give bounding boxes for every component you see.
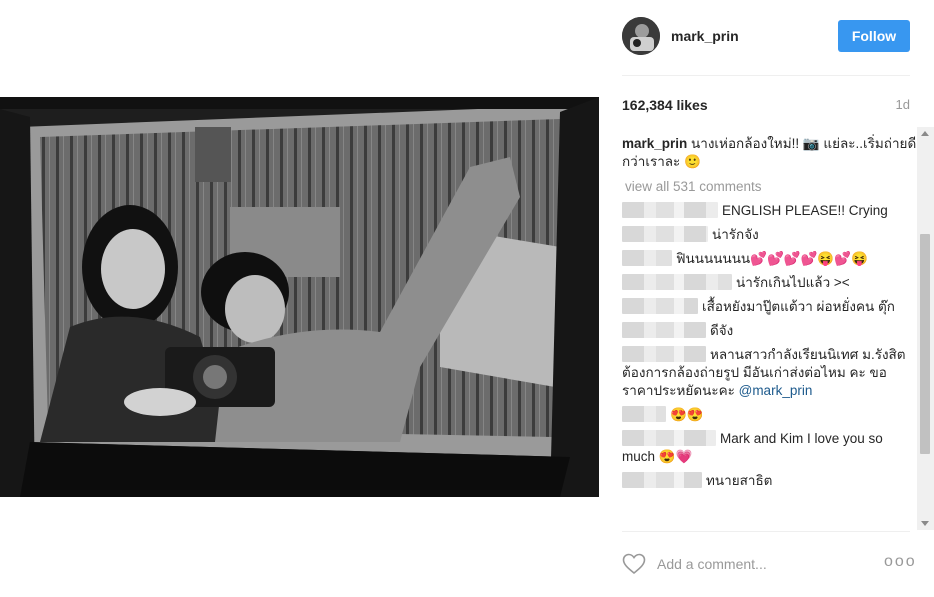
post-header: mark_prin Follow [622, 14, 912, 60]
scroll-down-arrow-icon[interactable] [921, 521, 929, 526]
follow-button[interactable]: Follow [838, 20, 910, 52]
comment-text: น่ารักจัง [712, 227, 759, 242]
blurred-username [622, 406, 666, 422]
blurred-username [622, 250, 672, 266]
comment-item: Mark and Kim I love you so much 😍💗 [622, 430, 917, 466]
blurred-username [622, 226, 708, 242]
more-options-icon[interactable]: ooo [884, 553, 917, 571]
comment-item: หลานสาวกำลังเรียนนิเทศ ม.รังสิต ต้องการก… [622, 346, 917, 400]
add-comment-input[interactable]: Add a comment... [657, 556, 767, 572]
blurred-username [622, 202, 718, 218]
mention-link[interactable]: @mark_prin [739, 383, 813, 398]
comment-text: เสื้อหยังมาปู๊ตแต้วา ผ่อหยั่งคน ตุ๊ก [702, 299, 895, 314]
blurred-username [622, 274, 732, 290]
scroll-up-arrow-icon[interactable] [921, 131, 929, 136]
divider [622, 531, 910, 532]
blurred-username [622, 472, 702, 488]
post-photo-image [0, 97, 599, 497]
comment-text: ทนายสาธิต [706, 473, 773, 488]
caption: mark_prin นางเห่อกล้องใหม่!! 📷 แย่ละ..เร… [622, 127, 917, 171]
comments-scrollbar[interactable] [917, 127, 934, 530]
comment-item: 😍😍 [622, 406, 917, 424]
comment-text: 😍😍 [670, 407, 704, 422]
comment-item: ทนายสาธิต [622, 472, 917, 490]
post-time[interactable]: 1d [884, 97, 910, 112]
username-link[interactable]: mark_prin [671, 28, 739, 44]
blurred-username [622, 298, 698, 314]
post-sidebar: mark_prin Follow 162,384 likes 1d mark_p… [622, 0, 934, 597]
heart-icon[interactable] [622, 553, 646, 575]
blurred-username [622, 430, 716, 446]
comment-item: ฟินนนนนนน💕💕💕💕😝💕😝 [622, 250, 917, 268]
likes-count[interactable]: 162,384 likes [622, 97, 708, 113]
comment-item: น่ารักเกินไปแล้ว >< [622, 274, 917, 292]
blurred-username [622, 346, 706, 362]
caption-username[interactable]: mark_prin [622, 136, 687, 151]
comment-text: ดีจัง [710, 323, 734, 338]
post-photo[interactable] [0, 97, 599, 497]
comment-text: ฟินนนนนนน💕💕💕💕😝💕😝 [676, 251, 868, 266]
comment-text: น่ารักเกินไปแล้ว >< [736, 275, 850, 290]
view-all-comments-link[interactable]: view all 531 comments [625, 178, 917, 196]
comment-item: ENGLISH PLEASE!! Crying [622, 202, 917, 220]
comment-text: ENGLISH PLEASE!! Crying [722, 203, 888, 218]
divider [622, 75, 910, 76]
comment-item: ดีจัง [622, 322, 917, 340]
scrollbar-thumb[interactable] [920, 234, 930, 454]
comment-item: น่ารักจัง [622, 226, 917, 244]
blurred-username [622, 322, 706, 338]
avatar[interactable] [622, 17, 660, 55]
avatar-image [622, 17, 660, 55]
comments-list[interactable]: mark_prin นางเห่อกล้องใหม่!! 📷 แย่ละ..เร… [622, 127, 917, 530]
comment-item: เสื้อหยังมาปู๊ตแต้วา ผ่อหยั่งคน ตุ๊ก [622, 298, 917, 316]
